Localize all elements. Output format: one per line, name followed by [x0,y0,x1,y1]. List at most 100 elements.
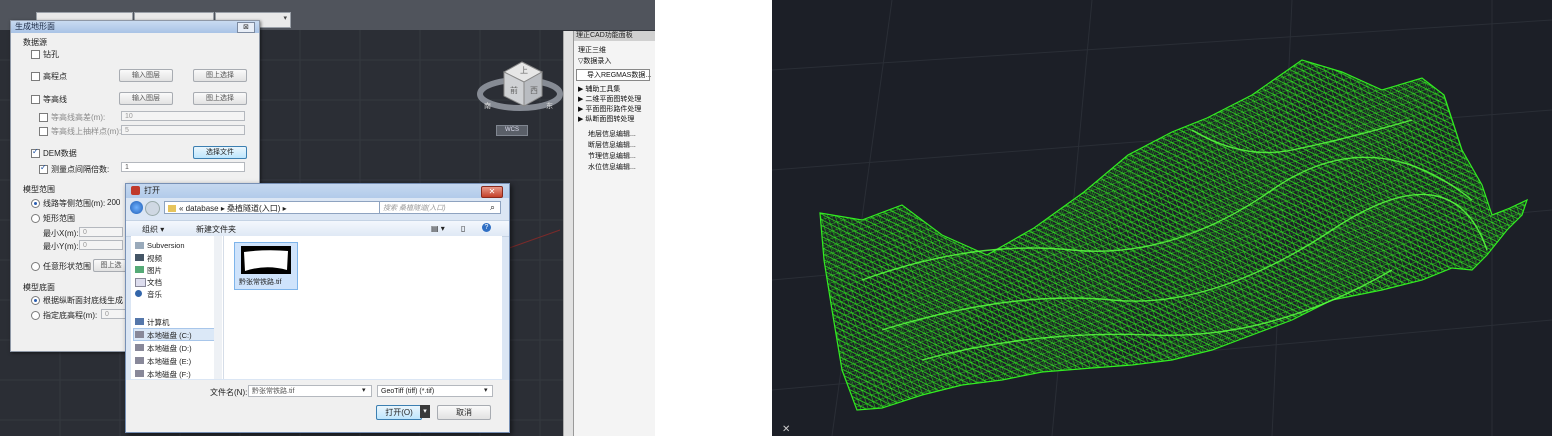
fixed-elev-radio[interactable]: 指定底高程(m): [31,310,97,321]
min-y-input[interactable]: 0 [79,240,123,250]
nav-item-drive-e[interactable]: 本地磁盘 (E:) [147,356,191,367]
input-layer-button[interactable]: 输入图层 [119,69,173,82]
nav-item-pictures[interactable]: 图片 [147,265,162,276]
organize-button[interactable]: 组织 ▾ [142,224,164,235]
measure-interval-input[interactable]: 1 [121,162,245,172]
section-data-source: 数据源 [23,38,47,47]
terrain-mesh-viewport: ✕ [772,0,1552,436]
section-model-range: 模型范围 [23,185,55,194]
panel-item[interactable]: ▶ 二维平面图转处理 [578,94,641,104]
pick-on-map-button[interactable]: 图上选择 [193,69,247,82]
measure-interval-checkbox[interactable]: 测量点间隔倍数: [39,163,109,175]
panel-item[interactable]: 断层信息编辑... [588,140,636,150]
panel-item[interactable]: 节理信息编辑... [588,151,636,161]
contour-sample-input[interactable]: 5 [121,125,245,135]
computer-icon [135,318,144,325]
viewcube-south-label: 南 [484,101,491,110]
open-dialog-title: 打开 [144,186,160,195]
close-icon[interactable]: ✕ [481,186,503,198]
music-icon [135,290,142,297]
contour-interval-input[interactable]: 10 [121,111,245,121]
rect-range-radio[interactable]: 矩形范围 [31,213,75,224]
nav-item-subversion[interactable]: Subversion [147,241,185,250]
help-icon[interactable]: ? [482,223,491,232]
dem-checkbox[interactable]: DEM数据 [31,147,77,159]
video-icon [135,254,144,261]
open-button[interactable]: 打开(O) [376,405,422,420]
panel-item[interactable]: ▽数据录入 [578,56,611,66]
preview-pane-icon[interactable]: ▯ [461,224,465,233]
nav-item-music[interactable]: 音乐 [147,289,162,300]
panel-item-import[interactable]: 导入REGMAS数据... [576,69,651,81]
documents-icon [135,278,146,287]
checkbox-icon [31,95,40,105]
contour-interval-checkbox[interactable]: 等高线高差(m): [39,112,105,123]
new-folder-button[interactable]: 新建文件夹 [196,224,236,235]
panel-item[interactable]: 理正三维 [578,45,606,55]
viewcube-right-label: 西 [530,86,538,95]
by-profile-radio[interactable]: 根据纵断面封底线生成 [31,295,123,306]
select-file-button[interactable]: 选择文件 [193,146,247,159]
nav-item-documents[interactable]: 文档 [147,277,162,288]
checkbox-checked-icon [31,147,40,159]
file-name-label: 黔张常铁路.tif [239,279,282,286]
search-input[interactable]: 搜索 桑植隧道(入口) [379,201,501,214]
input-layer-button[interactable]: 输入图层 [119,92,173,105]
panel-item[interactable]: 地层信息编辑... [588,129,636,139]
filename-label: 文件名(N): [210,388,248,397]
elevation-point-checkbox[interactable]: 高程点 [31,71,67,82]
radio-selected-icon [31,296,40,306]
file-item[interactable]: 黔张常铁路.tif [234,242,298,290]
route-width-value: 200 [107,198,121,207]
folder-icon [168,205,176,213]
close-icon[interactable]: ⊠ [237,22,255,33]
file-list: 黔张常铁路.tif [224,236,502,379]
tif-thumbnail-icon [241,246,291,274]
fixed-elev-input[interactable]: 0 [101,309,127,319]
route-width-radio[interactable]: 线路等侧范围(m): [31,198,105,209]
chevron-down-icon[interactable]: ▾ [362,386,366,394]
panel-item[interactable]: ▶ 辅助工具集 [578,84,620,94]
panel-item[interactable]: ▶ 纵断面图转处理 [578,114,634,124]
radio-icon [31,262,40,272]
nav-item-drive-c[interactable]: 本地磁盘 (C:) [147,330,192,341]
section-model-base: 模型底面 [23,283,55,292]
forward-arrow-icon[interactable] [145,201,160,216]
wcs-menu[interactable]: WCS [496,125,528,136]
nav-item-computer[interactable]: 计算机 [147,317,170,328]
borehole-checkbox[interactable]: 钻孔 [31,49,59,60]
viewcube[interactable]: 上 前 西 南 东 [476,50,566,130]
contour-checkbox[interactable]: 等高线 [31,94,67,105]
any-shape-radio[interactable]: 任意形状范围 [31,261,91,272]
back-arrow-icon[interactable] [130,201,143,214]
drive-icon [135,370,144,377]
panel-item[interactable]: 水位信息编辑... [588,162,636,172]
nav-scrollbar[interactable] [214,236,222,379]
contour-sample-checkbox[interactable]: 等高线上抽样点(m): [39,126,121,137]
address-bar[interactable]: « database ▸ 桑植隧道(入口) ▸ [164,201,396,214]
nav-item-video[interactable]: 视频 [147,253,162,264]
checkbox-icon [31,72,40,82]
folder-icon [135,242,144,249]
chevron-down-icon[interactable]: ▾ [484,386,488,394]
drive-icon [135,357,144,364]
view-menu-icon[interactable]: ▤ ▾ [431,224,445,233]
checkbox-icon [39,127,48,137]
pick-on-map-button[interactable]: 图上选 [93,259,129,272]
checkbox-checked-icon [39,163,48,175]
nav-item-drive-f[interactable]: 本地磁盘 (F:) [147,369,191,379]
pick-on-map-button[interactable]: 图上选择 [193,92,247,105]
viewcube-east-label: 东 [546,101,553,110]
cancel-button[interactable]: 取消 [437,405,491,420]
filetype-select[interactable]: GeoTiff (tiff) (*.tif) [377,385,493,397]
panel-item[interactable]: ▶ 平面图形路件处理 [578,104,641,114]
min-y-label: 最小Y(m): [43,242,79,251]
drive-icon [135,331,144,338]
nav-item-drive-d[interactable]: 本地磁盘 (D:) [147,343,192,354]
open-options-chevron-icon[interactable]: ▾ [420,405,430,418]
filename-input[interactable]: 黔张常铁路.tif [248,385,372,397]
viewcube-front-label: 前 [510,85,518,95]
viewcube-top-label: 上 [520,66,528,75]
min-x-input[interactable]: 0 [79,227,123,237]
app-icon [131,186,140,195]
